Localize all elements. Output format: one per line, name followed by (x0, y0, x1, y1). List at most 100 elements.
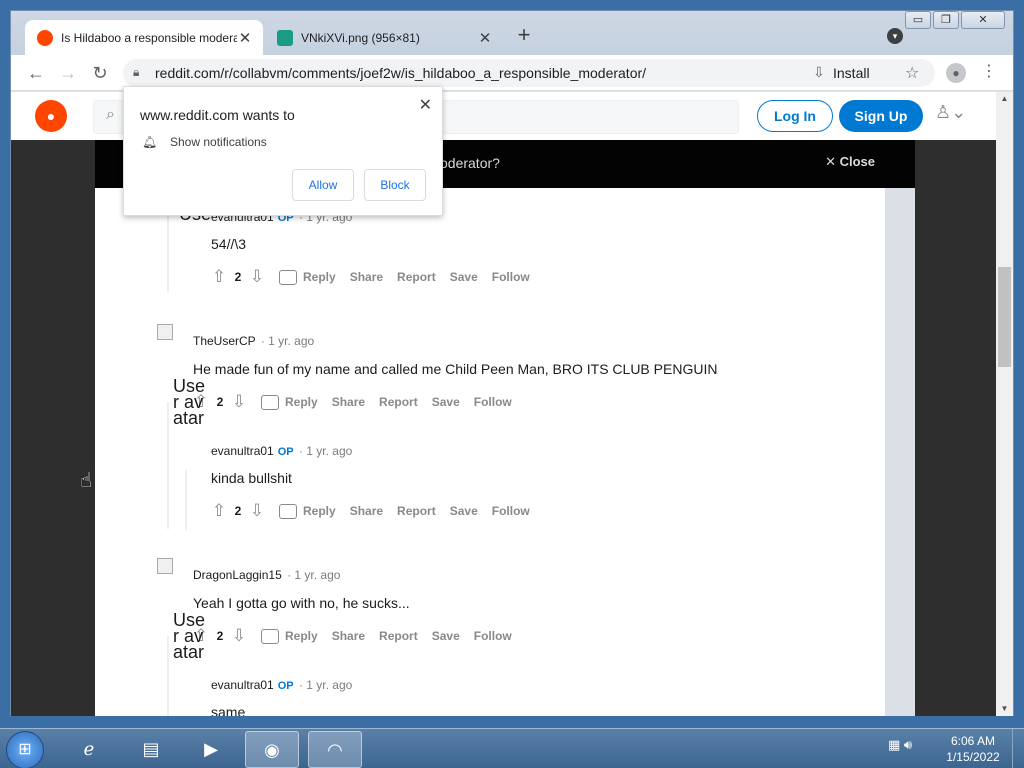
downvote-icon[interactable]: ⇩ (247, 267, 267, 287)
media-player-icon[interactable]: ▶ (184, 731, 238, 768)
username[interactable]: evanultra01 (211, 678, 274, 692)
comment-age[interactable]: · 1 yr. ago (261, 334, 314, 348)
downvote-icon[interactable]: ⇩ (229, 392, 249, 412)
reload-icon[interactable]: ↻ (89, 62, 111, 84)
new-tab-button[interactable]: + (513, 24, 535, 47)
menu-icon[interactable]: ⋮ (981, 61, 997, 81)
page-scrollbar[interactable]: ▲ ▼ (996, 92, 1013, 716)
window-controls: ▭ ❐ ✕ (903, 11, 1005, 29)
upvote-icon[interactable]: ⇧ (209, 501, 229, 521)
vote-score: 2 (216, 629, 224, 643)
comment-author: evanultra01 OP · 1 yr. ago (211, 444, 352, 458)
minimize-button[interactable]: ▭ (905, 11, 931, 29)
login-button[interactable]: Log In (757, 100, 833, 132)
address-bar[interactable]: 🔒︎ reddit.com/r/collabvm/comments/joef2w… (123, 59, 935, 87)
reply-button[interactable]: Reply (285, 629, 318, 643)
username[interactable]: evanultra01 (211, 444, 274, 458)
forward-icon[interactable]: → (57, 62, 79, 84)
back-icon[interactable]: ← (25, 62, 47, 84)
clock[interactable]: 6:06 AM 1/15/2022 (938, 733, 1008, 765)
follow-button[interactable]: Follow (474, 629, 512, 643)
report-button[interactable]: Report (397, 504, 436, 518)
start-button[interactable]: ⊞ (6, 731, 44, 768)
comment-icon[interactable] (279, 269, 297, 285)
tab-image[interactable]: VNkiXVi.png (956×81) ✕ (265, 20, 503, 55)
comment-age[interactable]: · 1 yr. ago (299, 678, 352, 692)
share-button[interactable]: Share (332, 629, 365, 643)
star-icon[interactable]: ☆ (905, 63, 919, 83)
allow-button[interactable]: Allow (292, 169, 354, 201)
upvote-icon[interactable]: ⇧ (209, 267, 229, 287)
comment-icon[interactable] (261, 394, 279, 410)
scrollbar-thumb[interactable] (998, 267, 1011, 367)
share-button[interactable]: Share (350, 504, 383, 518)
user-menu-icon[interactable]: ♙⌄ (935, 102, 966, 123)
install-icon[interactable]: ⇩ (813, 64, 825, 81)
share-button[interactable]: Share (350, 270, 383, 284)
explorer-icon[interactable]: ▤ (124, 731, 178, 768)
reply-button[interactable]: Reply (285, 395, 318, 409)
backdrop-left (11, 140, 95, 716)
report-button[interactable]: Report (397, 270, 436, 284)
save-button[interactable]: Save (450, 270, 478, 284)
lock-icon[interactable]: 🔒︎ (133, 65, 147, 81)
downvote-icon[interactable]: ⇩ (229, 626, 249, 646)
comment-actions: ⇧ 2 ⇩ Reply Share Report Save Follow (191, 626, 512, 646)
report-button[interactable]: Report (379, 395, 418, 409)
close-window-button[interactable]: ✕ (961, 11, 1005, 29)
profile-icon[interactable]: ● (946, 63, 966, 83)
follow-button[interactable]: Follow (492, 270, 530, 284)
vote-score: 2 (234, 504, 242, 518)
reply-button[interactable]: Reply (303, 504, 336, 518)
avatar[interactable] (157, 324, 173, 340)
avatar[interactable]: User avatar (173, 612, 207, 692)
avatar[interactable] (157, 558, 173, 574)
tab-search-icon[interactable]: ▾ (887, 28, 903, 44)
tab-title: Is Hildaboo a responsible modera (61, 30, 237, 45)
thread-line (167, 402, 169, 529)
comment-body: Yeah I gotta go with no, he sucks... (193, 595, 410, 611)
url-text: reddit.com/r/collabvm/comments/joef2w/is… (155, 65, 647, 81)
maximize-button[interactable]: ❐ (933, 11, 959, 29)
comment-age[interactable]: · 1 yr. ago (287, 568, 340, 582)
chrome-icon[interactable]: ◉ (245, 731, 299, 768)
avatar[interactable]: User avatar (173, 378, 207, 458)
report-button[interactable]: Report (379, 629, 418, 643)
share-button[interactable]: Share (332, 395, 365, 409)
comment-body: 54//\3 (211, 236, 247, 252)
scroll-up-icon[interactable]: ▲ (996, 92, 1013, 106)
save-button[interactable]: Save (432, 395, 460, 409)
windows-logo-icon: ⊞ (18, 741, 32, 758)
tab-reddit[interactable]: Is Hildaboo a responsible modera ✕ (25, 20, 263, 55)
close-post-button[interactable]: ✕ Close (825, 154, 875, 170)
tab-close-icon[interactable]: ✕ (477, 29, 493, 47)
scroll-down-icon[interactable]: ▼ (996, 702, 1013, 716)
follow-button[interactable]: Follow (474, 395, 512, 409)
volume-icon[interactable]: 🔊︎ (904, 737, 912, 752)
op-badge: OP (277, 446, 294, 458)
reddit-logo-icon[interactable]: ● (35, 100, 67, 132)
ie-icon[interactable]: ℯ (62, 731, 116, 768)
comment-icon[interactable] (261, 628, 279, 644)
comment-icon[interactable] (279, 503, 297, 519)
downvote-icon[interactable]: ⇩ (247, 501, 267, 521)
signup-button[interactable]: Sign Up (839, 100, 923, 132)
follow-button[interactable]: Follow (492, 504, 530, 518)
comment-actions: ⇧ 2 ⇩ Reply Share Report Save Follow (191, 392, 512, 412)
reply-button[interactable]: Reply (303, 270, 336, 284)
username[interactable]: TheUserCP (193, 334, 255, 348)
taskbar: ⊞ ℯ ▤ ▶ ◉ ◠ ▦ 🔊︎ 6:06 AM 1/15/2022 (0, 728, 1024, 768)
comment-age[interactable]: · 1 yr. ago (299, 444, 352, 458)
show-desktop-button[interactable] (1012, 729, 1024, 768)
username[interactable]: DragonLaggin15 (193, 568, 282, 582)
install-button[interactable]: Install (833, 65, 870, 81)
app-icon[interactable]: ◠ (308, 731, 362, 768)
tab-close-icon[interactable]: ✕ (237, 29, 253, 47)
save-button[interactable]: Save (450, 504, 478, 518)
network-icon[interactable]: ▦ (888, 737, 900, 752)
comment-actions: ⇧ 2 ⇩ Reply Share Report Save Follow (209, 267, 530, 287)
save-button[interactable]: Save (432, 629, 460, 643)
close-icon[interactable]: ✕ (419, 95, 432, 115)
block-button[interactable]: Block (364, 169, 426, 201)
tab-strip: Is Hildaboo a responsible modera ✕ VNkiX… (11, 11, 1013, 55)
